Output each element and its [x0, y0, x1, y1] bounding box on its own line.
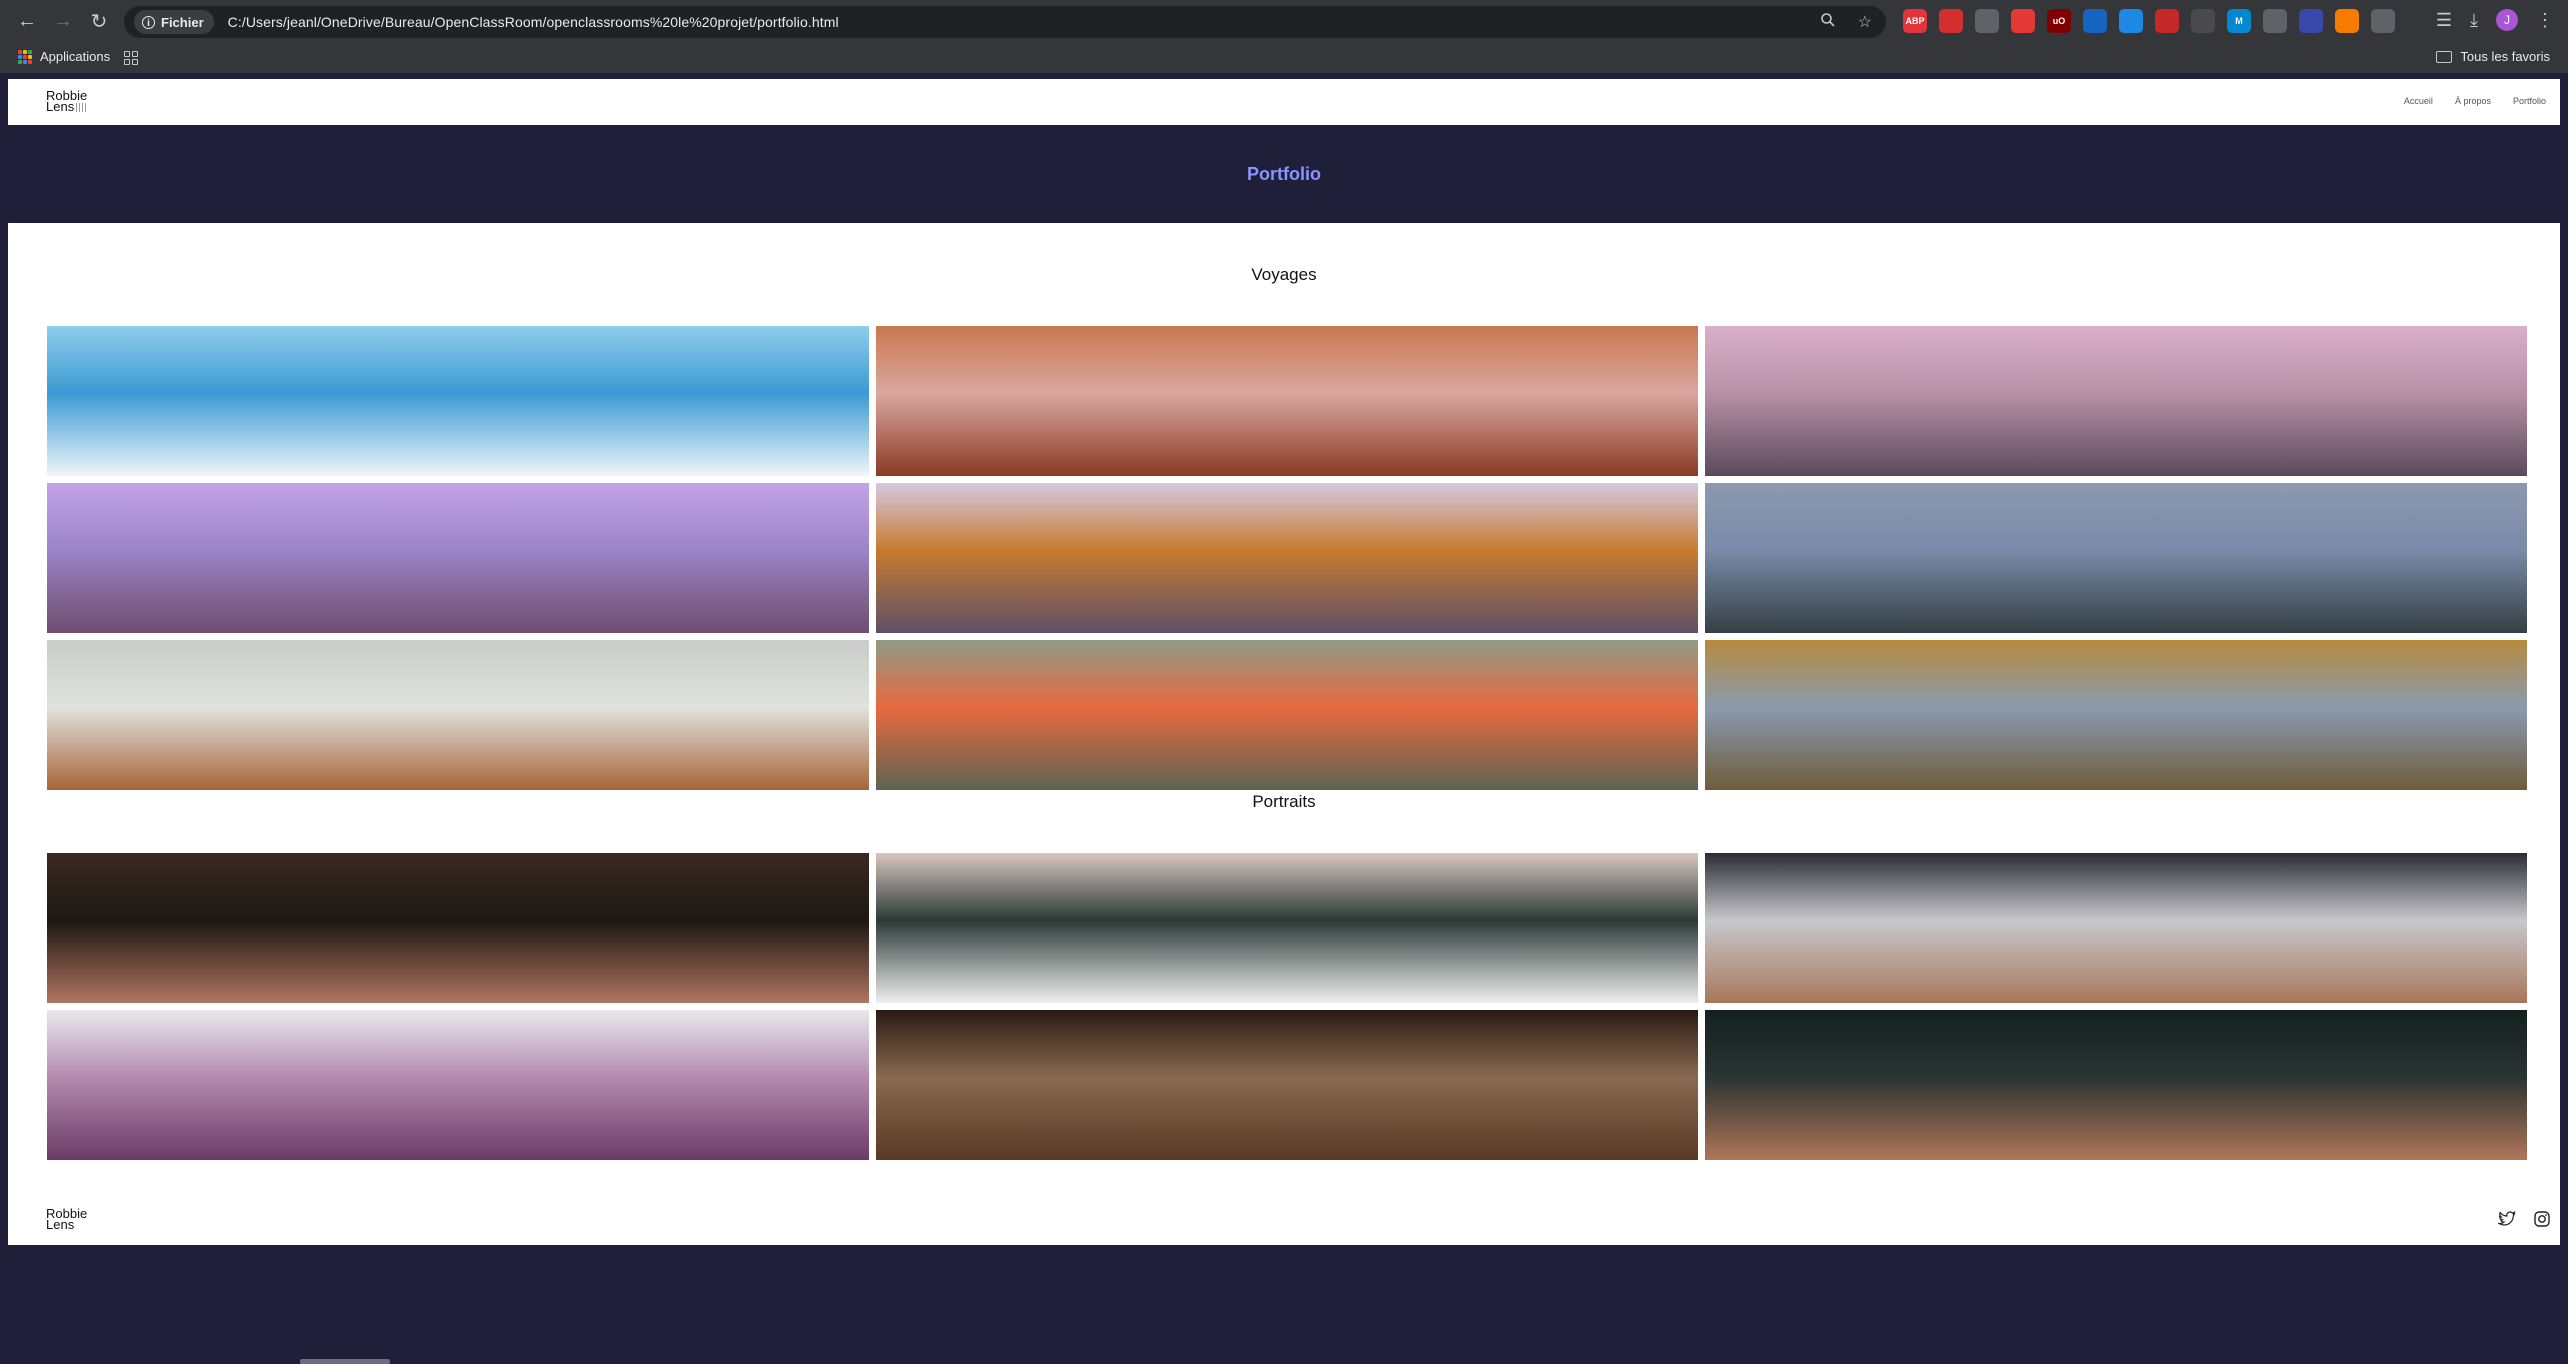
- logo-line-2: Lens: [46, 99, 75, 114]
- folder-icon: [2436, 50, 2453, 63]
- page-right-edge: [2560, 79, 2568, 1364]
- man-white-tshirt-portrait-image[interactable]: [876, 853, 1698, 1003]
- purple-hair-portrait-image[interactable]: [47, 1010, 869, 1160]
- site-header: Robbie Lens Accueil À propos Portfolio: [8, 79, 2560, 125]
- bookmark-star-icon[interactable]: ☆: [1858, 12, 1872, 32]
- page-title: Portfolio: [1247, 163, 1321, 184]
- blue-shield-extension-icon[interactable]: [2119, 9, 2143, 33]
- back-arrow-icon[interactable]: ←: [14, 9, 40, 35]
- all-bookmarks-label: Tous les favoris: [2460, 49, 2550, 64]
- site-info-chip[interactable]: i Fichier: [134, 10, 214, 34]
- all-bookmarks-button[interactable]: Tous les favoris: [2436, 49, 2550, 64]
- couple-on-pier-sunset-image[interactable]: [1705, 326, 2527, 476]
- logo-bars-icon: [76, 103, 87, 112]
- info-icon: i: [142, 15, 155, 29]
- footer-logo[interactable]: Robbie Lens: [46, 1207, 87, 1232]
- apps-grid-icon: [18, 49, 32, 64]
- woman-eyes-portrait-image[interactable]: [876, 1010, 1698, 1160]
- menu-kebab-icon[interactable]: ⋮: [2536, 10, 2554, 31]
- twitter-icon[interactable]: [2496, 1210, 2516, 1232]
- red-desert-lake-image[interactable]: [876, 326, 1698, 476]
- blue-wave-extension-icon[interactable]: [2083, 9, 2107, 33]
- footer-dark-band: [8, 1245, 2560, 1364]
- person-extension-icon[interactable]: [2299, 9, 2323, 33]
- forward-arrow-icon[interactable]: →: [50, 9, 76, 35]
- grid-extension-icon[interactable]: [1975, 9, 1999, 33]
- translate-extension-icon[interactable]: [2263, 9, 2287, 33]
- reload-icon[interactable]: ↻: [86, 9, 112, 35]
- orange-extension-icon[interactable]: [2335, 9, 2359, 33]
- gray-puzzle-extension-icon[interactable]: [2191, 9, 2215, 33]
- reading-list-icon[interactable]: ☰: [2436, 10, 2452, 31]
- mountain-lake-hut-image[interactable]: [1705, 640, 2527, 790]
- red-circle-extension-icon[interactable]: [1939, 9, 1963, 33]
- volcano-sunrise-image[interactable]: [876, 483, 1698, 633]
- woman-lips-dark-portrait-image[interactable]: [1705, 1010, 2527, 1160]
- portfolio-page: Robbie Lens Accueil À propos Portfolio P…: [8, 79, 2560, 1364]
- browser-toolbar: ← → ↻ i Fichier C:/Users/jeanl/OneDrive/…: [0, 0, 2568, 43]
- address-bar[interactable]: i Fichier C:/Users/jeanl/OneDrive/Bureau…: [124, 6, 1886, 38]
- site-footer: Robbie Lens: [8, 1201, 2560, 1245]
- horizontal-scrollbar[interactable]: [300, 1359, 390, 1364]
- profile-avatar[interactable]: J: [2496, 9, 2518, 31]
- page-left-edge: [0, 79, 8, 1364]
- nav-link-portfolio[interactable]: Portfolio: [2513, 96, 2546, 106]
- url-text[interactable]: C:/Users/jeanl/OneDrive/Bureau/OpenClass…: [228, 14, 839, 30]
- section-title-portraits: Portraits: [1252, 792, 1316, 811]
- main-nav: Accueil À propos Portfolio: [2404, 96, 2546, 106]
- mountain-snow-peaks-image[interactable]: [47, 326, 869, 476]
- fjord-reflection-image[interactable]: [1705, 483, 2527, 633]
- red-square-extension-icon[interactable]: [2155, 9, 2179, 33]
- tab-groups-icon[interactable]: [124, 51, 138, 65]
- apps-bookmark[interactable]: Applications: [18, 49, 110, 64]
- security-chip-label: Fichier: [161, 14, 204, 30]
- voyages-gallery: [47, 326, 2527, 790]
- sea-stacks-coast-image[interactable]: [47, 640, 869, 790]
- instagram-icon[interactable]: [2534, 1211, 2550, 1232]
- portraits-gallery: [47, 853, 2527, 1160]
- nav-link-accueil[interactable]: Accueil: [2404, 96, 2433, 106]
- site-logo[interactable]: Robbie Lens: [46, 89, 87, 114]
- footer-logo-line-2: Lens: [46, 1217, 75, 1232]
- apps-label: Applications: [40, 49, 111, 64]
- adblock-icon[interactable]: ABP: [1903, 9, 1927, 33]
- red-play-extension-icon[interactable]: [2011, 9, 2035, 33]
- lone-tree-lake-purple-image[interactable]: [47, 483, 869, 633]
- ublock-icon[interactable]: uO: [2047, 9, 2071, 33]
- woman-lips-earring-portrait-image[interactable]: [47, 853, 869, 1003]
- m-extension-icon[interactable]: M: [2227, 9, 2251, 33]
- hero-banner: Portfolio: [8, 125, 2560, 223]
- download-icon[interactable]: ⤓: [2470, 10, 2478, 31]
- zoom-icon[interactable]: [1820, 12, 1836, 33]
- bookmarks-bar: Applications Tous les favoris: [0, 43, 2568, 73]
- extensions-bar: ABP uO M: [1903, 9, 2395, 33]
- puzzle-icon[interactable]: [2371, 9, 2395, 33]
- nav-link-a-propos[interactable]: À propos: [2455, 96, 2491, 106]
- section-title-voyages: Voyages: [1251, 265, 1317, 284]
- hot-spring-steam-image[interactable]: [876, 640, 1698, 790]
- man-earring-hat-portrait-image[interactable]: [1705, 853, 2527, 1003]
